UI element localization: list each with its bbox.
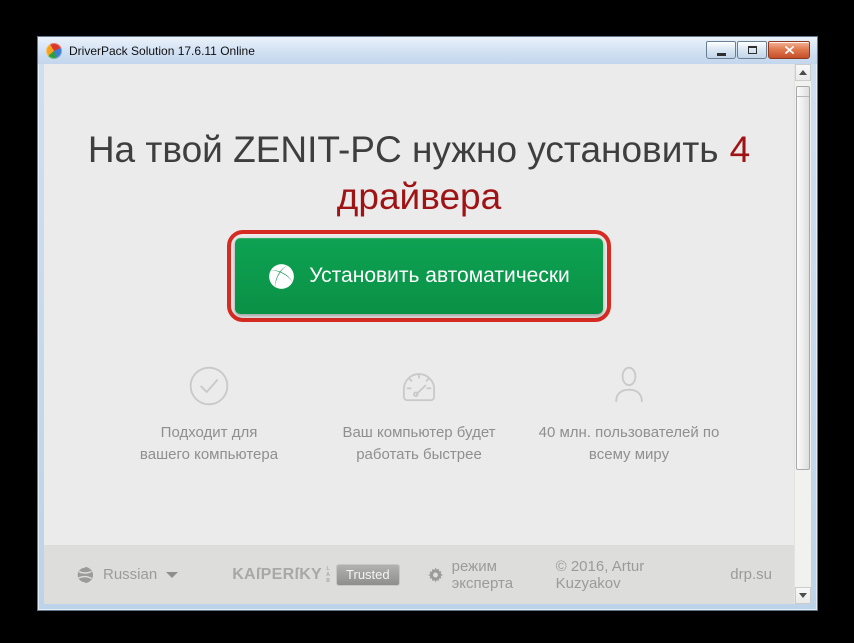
copyright-text: © 2016, Artur Kuzyakov <box>555 557 645 592</box>
window-title: DriverPack Solution 17.6.11 Online <box>69 43 255 58</box>
check-circle-icon <box>189 366 229 406</box>
kaspersky-logo: KAſPERſKY <box>232 565 323 583</box>
window-controls <box>706 41 810 59</box>
scrollbar-thumb-grip <box>797 96 809 97</box>
app-window: DriverPack Solution 17.6.11 Online На тв… <box>37 36 818 611</box>
expert-mode-label: режим эксперта <box>451 557 514 592</box>
scrollbar-up-button[interactable] <box>795 64 811 81</box>
scroll-down-icon <box>799 593 807 598</box>
titlebar[interactable]: DriverPack Solution 17.6.11 Online <box>38 37 817 64</box>
install-button-label: Установить автоматически <box>309 264 570 287</box>
heading-driver-count: 4 <box>729 129 751 170</box>
page-title: На твой ZENIT-PC нужно установить 4 драйв… <box>44 126 794 220</box>
gear-icon <box>427 566 443 583</box>
kaspersky-lab-label: LAB <box>325 565 332 584</box>
heading-dark-text: На твой ZENIT-PC нужно установить <box>87 129 719 170</box>
minimize-icon <box>716 52 726 56</box>
scrollbar-track[interactable] <box>794 64 811 604</box>
speedometer-icon <box>402 373 436 402</box>
feature-caption: Ваш компьютер будет работать быстрее <box>342 424 496 463</box>
feature-caption: 40 млн. пользователей по всему миру <box>538 424 720 463</box>
expert-mode-button[interactable]: режим эксперта <box>427 557 556 592</box>
heading-line-2: драйвера <box>336 176 502 217</box>
globe-icon <box>76 565 93 584</box>
scrollbar-down-button[interactable] <box>795 587 811 604</box>
chevron-down-icon <box>166 571 179 578</box>
footer-bar: Russian KAſPERſKY LAB Trusted режим эксп… <box>44 545 794 604</box>
feature-compatible: Подходит для вашего компьютера <box>104 364 314 466</box>
maximize-button[interactable] <box>737 41 767 59</box>
driverpack-globe-icon <box>269 263 295 289</box>
site-link[interactable]: drp.su <box>730 566 772 583</box>
feature-faster: Ваш компьютер будет работать быстрее <box>314 364 524 466</box>
content-area: На твой ZENIT-PC нужно установить 4 драйв… <box>44 64 794 545</box>
maximize-icon <box>747 46 757 54</box>
features-row: Подходит для вашего компьютера Ваш компь… <box>44 364 794 466</box>
user-icon <box>615 366 643 403</box>
client-area: На твой ZENIT-PC нужно установить 4 драйв… <box>44 64 811 604</box>
main-column: На твой ZENIT-PC нужно установить 4 драйв… <box>44 64 794 604</box>
close-button[interactable] <box>768 41 810 59</box>
trusted-badge: Trusted <box>336 563 400 586</box>
heading-line-1: На твой ZENIT-PC нужно установить 4 <box>44 126 794 173</box>
driverpack-app-icon <box>46 42 62 59</box>
kaspersky-trusted-link[interactable]: KAſPERſKY LAB Trusted <box>232 563 400 586</box>
feature-caption: Подходит для вашего компьютера <box>139 424 279 463</box>
language-selector[interactable]: Russian <box>76 565 179 584</box>
desktop-background: { "window": { "title": "DriverPack Solut… <box>0 0 854 643</box>
close-icon <box>784 46 794 54</box>
scroll-up-icon <box>799 70 807 75</box>
highlight-annotation: Установить автоматически <box>227 230 611 322</box>
language-label: Russian <box>103 566 158 583</box>
scrollbar-thumb[interactable] <box>796 86 810 470</box>
install-automatically-button[interactable]: Установить автоматически <box>235 238 603 314</box>
feature-users: 40 млн. пользователей по всему миру <box>524 364 734 466</box>
minimize-button[interactable] <box>706 41 736 59</box>
